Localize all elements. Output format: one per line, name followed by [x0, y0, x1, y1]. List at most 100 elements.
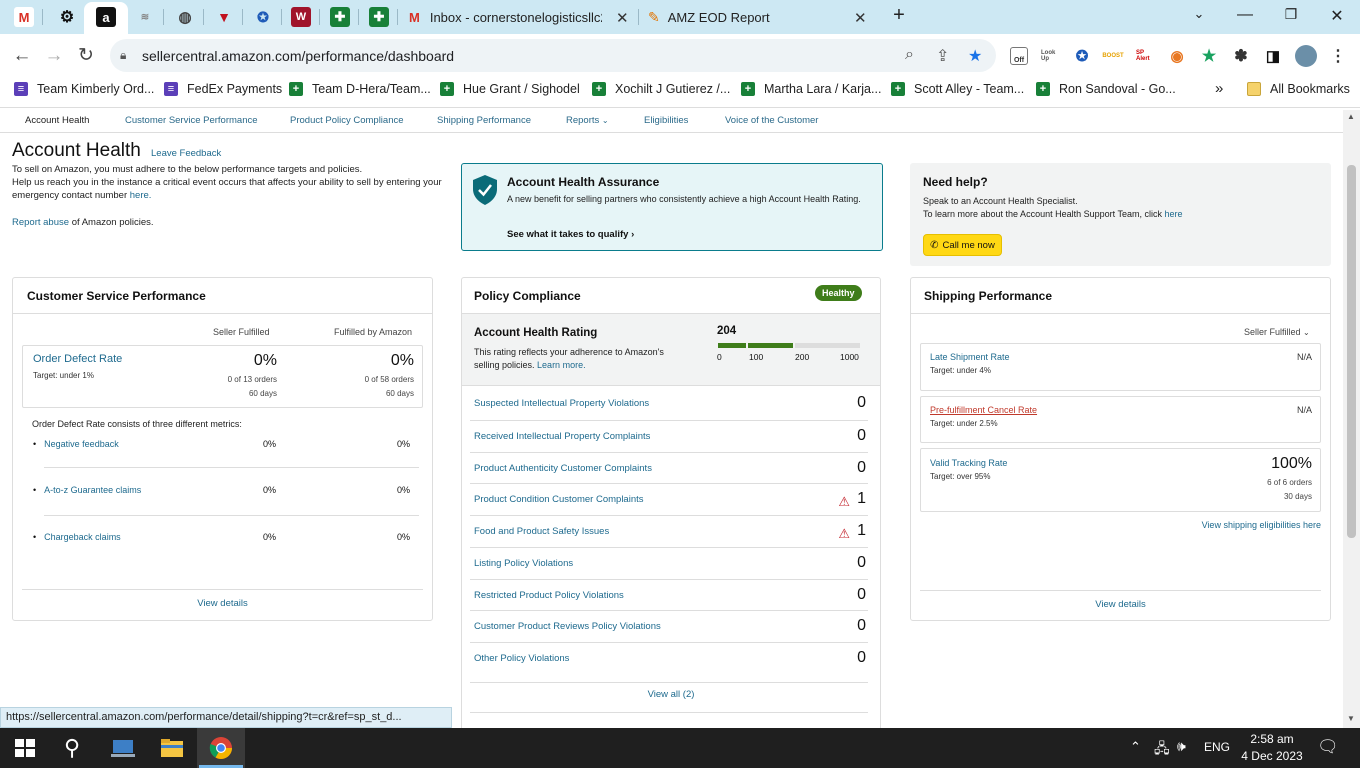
learn-more-link[interactable]: Learn more.	[537, 360, 586, 370]
bookmark-star-icon[interactable]: ★	[968, 46, 982, 66]
side-panel-icon[interactable]: ◨	[1264, 47, 1282, 65]
logo-tab-icon[interactable]: ≋	[135, 7, 155, 27]
csp-view-details-link[interactable]: View details	[13, 598, 432, 609]
subnav-account-health[interactable]: Account Health	[25, 115, 89, 126]
policy-row-label[interactable]: Suspected Intellectual Property Violatio…	[474, 398, 649, 409]
bookmark-1[interactable]: ≡ Team Kimberly Ord...	[14, 82, 154, 96]
fulfillment-filter-dropdown[interactable]: Seller Fulfilled ⌄	[1244, 327, 1310, 337]
policy-row[interactable]: Product Authenticity Customer Complaints…	[470, 451, 868, 483]
sheets-tab-icon-2[interactable]: ✚	[369, 7, 389, 27]
ext-lifebuoy-icon[interactable]: ✪	[1073, 47, 1091, 65]
metric-negative-feedback[interactable]: • Negative feedback	[33, 439, 119, 449]
share-icon[interactable]: ⇪	[936, 46, 949, 66]
scrollbar-thumb[interactable]	[1347, 165, 1356, 538]
bookmark-6[interactable]: + Martha Lara / Karja...	[741, 82, 881, 96]
ext-off-icon[interactable]: Off	[1010, 47, 1028, 65]
subnav-customer-service[interactable]: Customer Service Performance	[125, 115, 258, 126]
subnav-reports[interactable]: Reports ⌄	[566, 115, 609, 126]
scroll-up-icon[interactable]: ▲	[1347, 112, 1355, 121]
gmail-tab-icon[interactable]: M	[14, 7, 34, 27]
zoom-search-icon[interactable]: ⌕	[905, 46, 914, 64]
chrome-icon[interactable]	[209, 736, 233, 760]
network-icon[interactable]: 🖧︎	[1154, 738, 1170, 762]
policy-row[interactable]: Listing Policy Violations 0	[470, 546, 868, 578]
bookmark-4[interactable]: + Hue Grant / Sighodel	[440, 82, 580, 96]
policy-row[interactable]: Customer Product Reviews Policy Violatio…	[470, 610, 868, 641]
tray-chevron-up-icon[interactable]: ⌃	[1130, 739, 1141, 755]
policy-row-label[interactable]: Other Policy Violations	[474, 653, 569, 664]
pennant-tab-icon[interactable]: ▼	[214, 7, 234, 27]
emergency-contact-link[interactable]: here.	[130, 190, 152, 201]
policy-row-label[interactable]: Food and Product Safety Issues	[474, 526, 609, 537]
lock-icon[interactable]: 🔒︎	[120, 48, 126, 63]
bookmark-7[interactable]: + Scott Alley - Team...	[891, 82, 1024, 96]
call-me-now-button[interactable]: ✆ Call me now	[923, 234, 1002, 256]
policy-row[interactable]: Received Intellectual Property Complaint…	[470, 419, 868, 451]
sheets-tab-icon[interactable]: ✚	[330, 7, 350, 27]
policy-row[interactable]: Other Policy Violations 0	[470, 642, 868, 673]
policy-row[interactable]: Suspected Intellectual Property Violatio…	[470, 388, 868, 419]
subnav-shipping[interactable]: Shipping Performance	[437, 115, 531, 126]
new-tab-button[interactable]: +	[889, 4, 909, 27]
late-shipment-link[interactable]: Late Shipment Rate	[930, 352, 1010, 362]
back-arrow-icon[interactable]: ←	[10, 44, 34, 68]
close-window-icon[interactable]: ✕	[1327, 6, 1347, 26]
forward-arrow-icon[interactable]: →	[42, 44, 66, 68]
clock-date[interactable]: 4 Dec 2023	[1238, 749, 1306, 763]
view-all-link[interactable]: View all (2)	[461, 689, 881, 700]
policy-row[interactable]: Restricted Product Policy Violations 0	[470, 578, 868, 610]
profile-avatar[interactable]	[1295, 45, 1317, 67]
close-tab-icon-2[interactable]: ✕	[854, 9, 867, 27]
notifications-icon[interactable]: 🗨︎	[1317, 737, 1339, 757]
scroll-down-icon[interactable]: ▼	[1347, 714, 1355, 723]
ext-orange-circle-icon[interactable]: ◉	[1168, 47, 1186, 65]
url-text[interactable]: sellercentral.amazon.com/performance/das…	[142, 48, 454, 64]
tab-search-chevron-icon[interactable]: ⌄	[1189, 6, 1209, 22]
language-indicator[interactable]: ENG	[1204, 740, 1230, 754]
shipping-eligibilities-link[interactable]: View shipping eligibilities here	[1111, 520, 1321, 530]
ext-boost-icon[interactable]: BOOST	[1102, 47, 1123, 65]
subnav-voice[interactable]: Voice of the Customer	[725, 115, 818, 126]
lifebuoy-tab-icon[interactable]: ✪	[253, 7, 273, 27]
ext-lookup-icon[interactable]: Look Up	[1041, 47, 1059, 65]
minimize-icon[interactable]: —	[1235, 6, 1255, 24]
volume-icon[interactable]: 🕪︎	[1177, 738, 1186, 755]
policy-row[interactable]: Product Condition Customer Complaints ⚠︎ 1	[470, 483, 868, 514]
close-tab-icon[interactable]: ✕	[616, 9, 629, 27]
bookmark-3[interactable]: + Team D-Hera/Team...	[289, 82, 431, 96]
assurance-qualify-link[interactable]: See what it takes to qualify ›	[507, 229, 634, 240]
windows-start-icon[interactable]	[13, 736, 37, 760]
menu-kebab-icon[interactable]: ⋮	[1329, 47, 1347, 65]
computer-icon[interactable]	[110, 736, 135, 760]
reload-icon[interactable]: ↻	[74, 44, 98, 68]
ext-spalert-icon[interactable]: SP Alert	[1136, 47, 1154, 65]
policy-row-label[interactable]: Product Condition Customer Complaints	[474, 494, 644, 505]
policy-row-label[interactable]: Listing Policy Violations	[474, 558, 573, 569]
leave-feedback-link[interactable]: Leave Feedback	[151, 148, 221, 159]
policy-row-label[interactable]: Customer Product Reviews Policy Violatio…	[474, 621, 661, 632]
openai-tab-icon[interactable]: ⚙	[57, 7, 77, 27]
extensions-puzzle-icon[interactable]: ✽	[1232, 47, 1250, 65]
bookmark-2[interactable]: ≡ FedEx Payments	[164, 82, 282, 96]
search-icon[interactable]: ⚲	[60, 736, 84, 760]
bookmark-5[interactable]: + Xochilt J Gutierez /...	[592, 82, 730, 96]
subnav-eligibilities[interactable]: Eligibilities	[644, 115, 688, 126]
ext-green-star-icon[interactable]: ★	[1200, 47, 1218, 65]
policy-row-label[interactable]: Product Authenticity Customer Complaints	[474, 463, 652, 474]
file-explorer-icon[interactable]	[160, 736, 184, 760]
metric-chargeback[interactable]: • Chargeback claims	[33, 532, 121, 542]
cancel-rate-link[interactable]: Pre-fulfillment Cancel Rate	[930, 405, 1037, 415]
subnav-product-policy[interactable]: Product Policy Compliance	[290, 115, 404, 126]
all-bookmarks[interactable]: All Bookmarks	[1247, 82, 1350, 96]
clock-time[interactable]: 2:58 am	[1242, 732, 1302, 746]
policy-row-label[interactable]: Received Intellectual Property Complaint…	[474, 431, 650, 442]
globe-tab-icon[interactable]: ◍	[175, 7, 195, 27]
odr-link[interactable]: Order Defect Rate	[33, 353, 122, 365]
w-tab-icon[interactable]: W	[291, 7, 311, 27]
tab-amz-eod-report[interactable]: ✎ AMZ EOD Report	[648, 0, 848, 34]
restore-icon[interactable]: ❐	[1281, 6, 1301, 23]
support-team-link[interactable]: here	[1164, 209, 1182, 219]
metric-atoz[interactable]: • A-to-z Guarantee claims	[33, 485, 141, 495]
shipping-view-details-link[interactable]: View details	[911, 599, 1330, 610]
report-abuse-link[interactable]: Report abuse	[12, 217, 69, 228]
